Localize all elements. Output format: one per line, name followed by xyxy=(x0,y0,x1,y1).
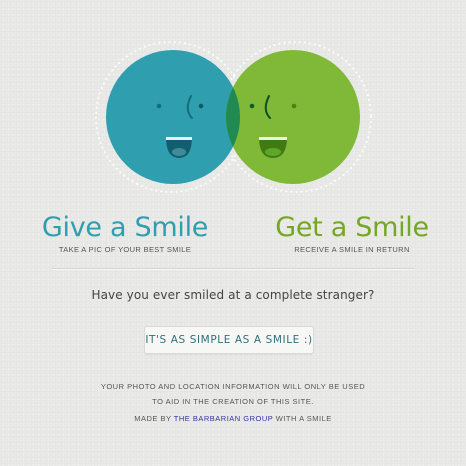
give-title: Give a Smile xyxy=(41,212,209,243)
give-section: Give a Smile TAKE A PIC OF YOUR BEST SMI… xyxy=(40,212,210,254)
get-subtitle: RECEIVE A SMILE IN RETURN xyxy=(294,245,410,254)
venn-svg xyxy=(95,41,372,193)
get-section: Get a Smile RECEIVE A SMILE IN RETURN xyxy=(272,212,432,254)
venn-smile-illustration xyxy=(0,0,466,210)
get-title: Get a Smile xyxy=(275,212,429,243)
credits-line: MADE BY THE BARBARIAN GROUP WITH A SMILE xyxy=(0,414,466,423)
credits-suffix: WITH A SMILE xyxy=(275,414,332,423)
disclaimer-line-1: YOUR PHOTO AND LOCATION INFORMATION WILL… xyxy=(100,382,366,391)
section-divider xyxy=(52,268,414,270)
get-circle xyxy=(226,50,360,184)
landing-page: Give a Smile TAKE A PIC OF YOUR BEST SMI… xyxy=(0,0,466,466)
privacy-disclaimer: YOUR PHOTO AND LOCATION INFORMATION WILL… xyxy=(0,379,466,409)
credits-prefix: MADE BY xyxy=(134,414,172,423)
give-circle xyxy=(106,50,240,184)
simple-as-a-smile-button[interactable]: IT'S AS SIMPLE AS A SMILE :) xyxy=(144,326,314,354)
barbarian-group-link[interactable]: THE BARBARIAN GROUP xyxy=(174,414,273,423)
disclaimer-line-2: TO AID IN THE CREATION OF THIS SITE. xyxy=(152,397,314,406)
give-subtitle: TAKE A PIC OF YOUR BEST SMILE xyxy=(58,245,192,254)
stranger-question: Have you ever smiled at a complete stran… xyxy=(91,288,375,302)
